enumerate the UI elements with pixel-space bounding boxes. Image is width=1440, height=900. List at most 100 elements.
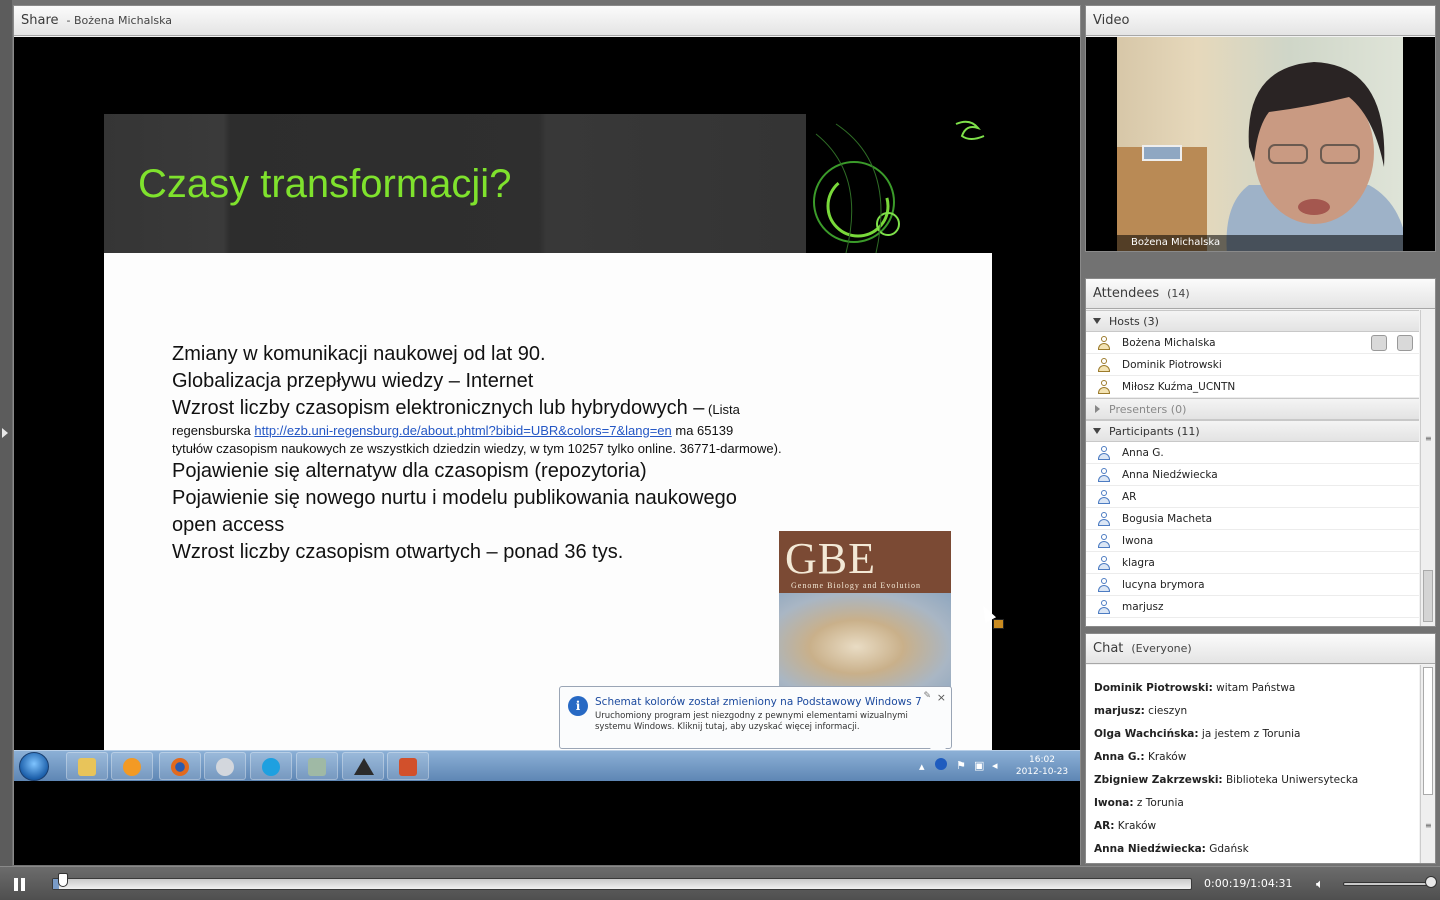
attendee-row[interactable]: Dominik Piotrowski [1086, 354, 1419, 376]
attendees-scrollbar[interactable]: ≡ [1420, 310, 1435, 626]
folder-icon [78, 758, 96, 776]
presenter-portrait [1226, 62, 1403, 251]
volume-tray-icon[interactable]: ◂ [992, 759, 998, 772]
skype-taskbar-button[interactable] [250, 752, 292, 780]
slide-line-8: open access [172, 514, 285, 536]
scroll-grip-icon: ≡ [1425, 434, 1432, 443]
attendee-row[interactable]: Anna G. [1086, 442, 1419, 464]
shared-screen: Czasy transformacji? Zmiany w komunikacj… [14, 37, 1080, 865]
notification-body: Uruchomiony program jest niezgodny z pew… [595, 711, 908, 732]
attendee-row[interactable]: Iwona [1086, 530, 1419, 552]
chat-message: Olga Wachcińska: ja jestem z Torunia [1094, 728, 1301, 740]
webcam-taskbar-button[interactable] [204, 752, 246, 780]
swirl-decoration-icon [806, 114, 992, 253]
slide-line-3: Wzrost liczby czasopism elektronicznych … [172, 397, 740, 419]
participant-person-icon [1098, 555, 1110, 570]
seek-handle[interactable] [57, 873, 68, 887]
microphone-icon[interactable] [1371, 335, 1387, 351]
chat-scrollbar[interactable]: ≡ [1420, 665, 1435, 863]
slide-line-9: Wzrost liczby czasopism otwartych – pona… [172, 541, 624, 563]
chat-message: Zbigniew Zakrzewski: Biblioteka Uniwersy… [1094, 774, 1359, 786]
media-player-taskbar-button[interactable] [111, 752, 153, 780]
slide-line-5: tytułów czasopism naukowych ze wszystkic… [172, 441, 782, 456]
taskbar-clock[interactable]: 16:02 2012-10-23 [1012, 754, 1072, 778]
volume-handle[interactable] [1425, 876, 1437, 888]
attendees-pod-header: Attendees (14) [1086, 279, 1435, 309]
show-hidden-icons-icon[interactable]: ▴ [919, 760, 925, 773]
collapse-triangle-icon [1093, 318, 1101, 324]
playback-bar: 0:00:19/1:04:31 🔈︎ [0, 866, 1440, 900]
notification-close-button[interactable]: × [937, 691, 946, 704]
participants-group-header[interactable]: Participants (11) [1086, 420, 1419, 442]
slide-line-1: Zmiany w komunikacji naukowej od lat 90. [172, 343, 546, 365]
windows-notification-balloon[interactable]: i Schemat kolorów został zmieniony na Po… [559, 686, 952, 758]
connect-app-taskbar-button[interactable] [342, 752, 384, 780]
chat-scope: (Everyone) [1131, 642, 1192, 655]
collapse-strip[interactable] [0, 0, 12, 866]
presenters-group-header[interactable]: Presenters (0) [1086, 398, 1419, 420]
info-tray-icon[interactable] [935, 758, 947, 770]
action-center-flag-icon[interactable]: ⚑ [956, 759, 966, 772]
attendee-row[interactable]: AR [1086, 486, 1419, 508]
attendee-row[interactable]: lucyna brymora [1086, 574, 1419, 596]
windows-start-button[interactable] [19, 752, 49, 781]
notification-title: Schemat kolorów został zmieniony na Pods… [595, 696, 922, 708]
slide-line-6: Pojawienie się alternatyw dla czasopism … [172, 460, 647, 482]
slide-title: Czasy transformacji? [138, 162, 512, 206]
attendees-count: (14) [1167, 287, 1190, 300]
recording-player: Share - Bożena Michalska Czasy transform… [0, 0, 1440, 900]
windows-taskbar: ▴ ⚑ ▣ ◂ 16:02 2012-10-23 [14, 750, 1080, 781]
video-name-label: Bożena Michalska [1117, 235, 1403, 251]
participant-person-icon [1098, 599, 1110, 614]
attendee-row[interactable]: Bożena Michalska [1086, 332, 1419, 354]
chat-message: Iwona: z Torunia [1094, 797, 1184, 809]
webcam-icon [216, 758, 234, 776]
video-pod-title: Video [1093, 13, 1130, 28]
chat-pod: Chat (Everyone) Dominik Piotrowski: wita… [1085, 633, 1436, 864]
collapse-triangle-icon [1093, 428, 1101, 434]
slide-line-4: regensburska http://ezb.uni-regensburg.d… [172, 423, 734, 438]
seek-bar[interactable] [52, 878, 1192, 890]
participant-person-icon [1098, 511, 1110, 526]
presentation-slide: Czasy transformacji? Zmiany w komunikacj… [104, 114, 992, 754]
webcam-status-icon[interactable] [1397, 335, 1413, 351]
video-pod: Video Bożena Michalska [1085, 5, 1436, 252]
expand-arrow-icon[interactable] [2, 428, 8, 438]
participant-person-icon [1098, 445, 1110, 460]
photo-frame-background [1142, 145, 1182, 161]
attendee-row[interactable]: Miłosz Kuźma_UCNTN [1086, 376, 1419, 398]
playback-time: 0:00:19/1:04:31 [1204, 877, 1293, 890]
hosts-group-header[interactable]: Hosts (3) [1086, 310, 1419, 332]
network-tray-icon[interactable]: ▣ [974, 759, 984, 772]
host-person-icon [1098, 379, 1110, 394]
video-pod-header: Video [1086, 6, 1435, 36]
regensburg-link[interactable]: http://ezb.uni-regensburg.de/about.phtml… [254, 423, 671, 438]
network-app-taskbar-button[interactable] [296, 752, 338, 780]
scrollbar-thumb[interactable] [1423, 570, 1433, 622]
webcam-feed: Bożena Michalska [1117, 37, 1403, 251]
chat-pod-title: Chat [1093, 641, 1124, 656]
chat-message: AR: Kraków [1094, 820, 1157, 832]
volume-slider[interactable] [1343, 882, 1431, 886]
attendee-row[interactable]: marjusz [1086, 596, 1419, 618]
scrollbar-thumb[interactable] [1423, 667, 1433, 795]
pause-button[interactable] [14, 878, 26, 891]
firefox-taskbar-button[interactable] [159, 752, 201, 780]
powerpoint-taskbar-button[interactable] [387, 752, 429, 780]
network-icon [308, 758, 326, 776]
expand-triangle-icon [1095, 405, 1100, 413]
chat-pod-header: Chat (Everyone) [1086, 634, 1435, 664]
attendees-pod: Attendees (14) Hosts (3) Bożena Michalsk… [1085, 278, 1436, 627]
volume-icon[interactable]: 🔈︎ [1316, 877, 1324, 892]
pin-icon[interactable]: ✎ [923, 691, 931, 701]
attendee-row[interactable]: Bogusia Macheta [1086, 508, 1419, 530]
attendee-row[interactable]: Anna Niedźwiecka [1086, 464, 1419, 486]
participant-person-icon [1098, 467, 1110, 482]
slide-line-2: Globalizacja przepływu wiedzy – Internet [172, 370, 534, 392]
participant-person-icon [1098, 489, 1110, 504]
slide-body: Zmiany w komunikacji naukowej od lat 90.… [172, 341, 832, 566]
explorer-taskbar-button[interactable] [66, 752, 108, 780]
chat-message: marjusz: cieszyn [1094, 705, 1188, 717]
share-pod-header: Share - Bożena Michalska [14, 6, 1080, 36]
attendee-row[interactable]: klagra [1086, 552, 1419, 574]
